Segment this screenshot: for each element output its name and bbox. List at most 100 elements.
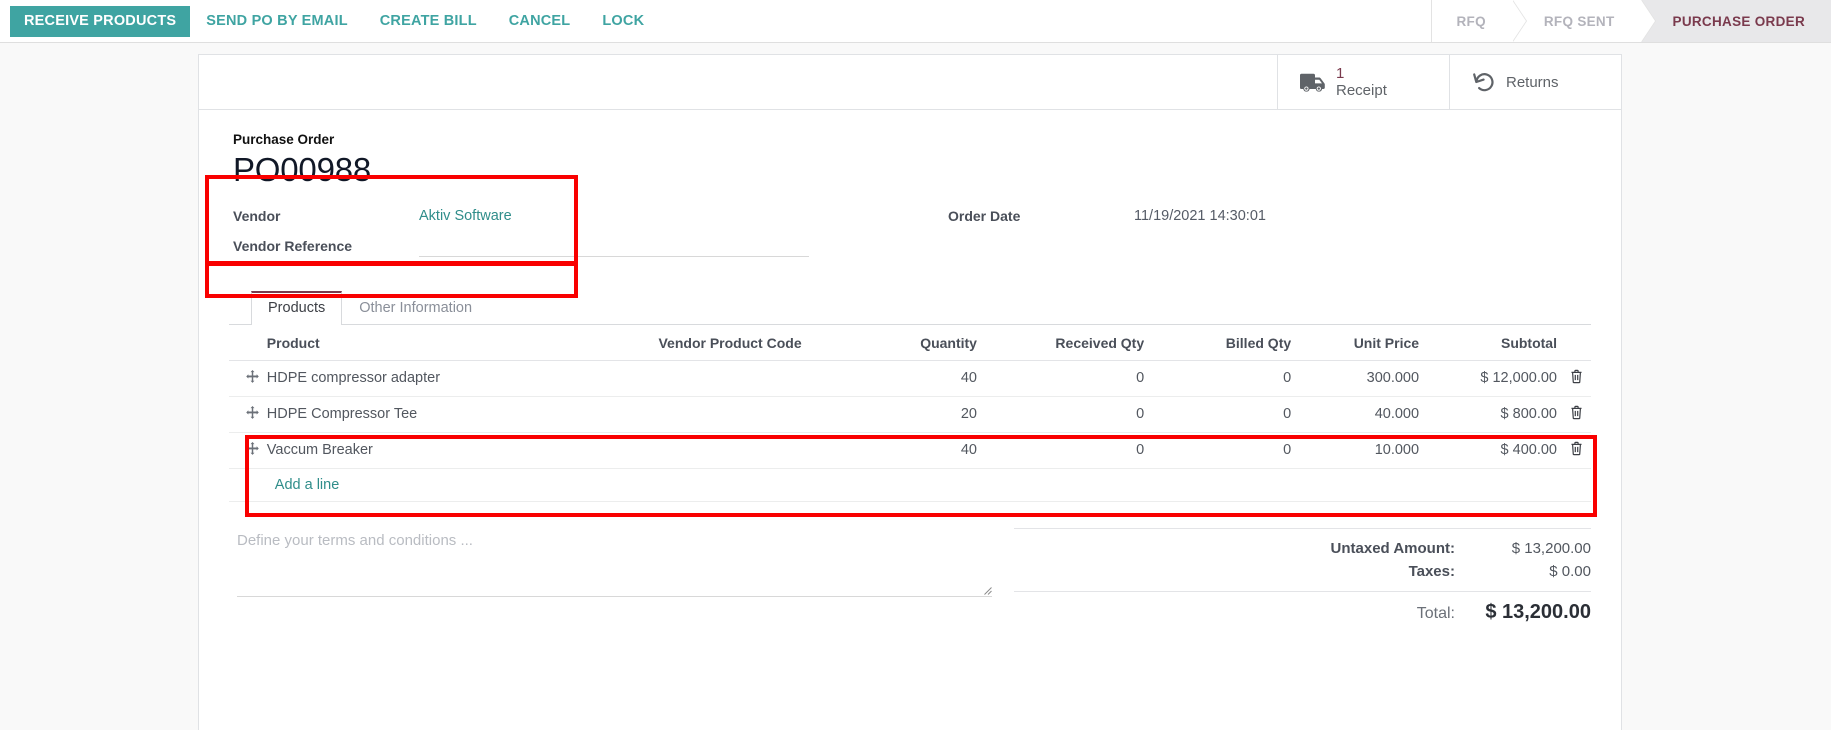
drag-handle-icon[interactable] <box>246 441 259 459</box>
cell-unit-price[interactable]: 10.000 <box>1299 432 1428 469</box>
status-rfq-sent[interactable]: RFQ SENT <box>1511 0 1656 42</box>
header-vendor-product-code[interactable]: Vendor Product Code <box>515 324 810 361</box>
statusbar: RFQ RFQ SENT PURCHASE ORDER <box>1431 0 1831 42</box>
terms-textarea[interactable] <box>237 549 992 597</box>
add-line-row: Add a line <box>229 468 1591 502</box>
drag-handle-icon[interactable] <box>246 405 259 423</box>
order-date-value[interactable]: 11/19/2021 14:30:01 <box>1134 208 1266 224</box>
header-left-column: Vendor Aktiv Software Vendor Reference <box>233 201 912 261</box>
row-delete-cell[interactable] <box>1564 432 1591 469</box>
cell-billed-qty[interactable]: 0 <box>1152 432 1300 469</box>
row-drag-cell[interactable] <box>229 360 259 397</box>
header-subtotal[interactable]: Subtotal <box>1427 324 1565 361</box>
smart-button-row: 1 Receipt Returns <box>199 55 1621 110</box>
sheet-body: Purchase Order PO00988 Vendor Aktiv Soft… <box>199 110 1621 661</box>
terms-section: Define your terms and conditions ... <box>229 528 992 627</box>
returns-smart-button[interactable]: Returns <box>1449 55 1621 109</box>
cell-unit-price[interactable]: 300.000 <box>1299 360 1428 397</box>
returns-label: Returns <box>1506 73 1559 91</box>
receipt-label: Receipt <box>1336 82 1387 99</box>
resize-handle-icon[interactable] <box>982 585 992 595</box>
tab-other-information[interactable]: Other Information <box>342 291 489 325</box>
trash-icon[interactable] <box>1570 405 1583 424</box>
row-delete-cell[interactable] <box>1564 396 1591 433</box>
create-bill-button[interactable]: CREATE BILL <box>364 6 493 37</box>
cell-product[interactable]: HDPE compressor adapter <box>258 360 516 397</box>
record-title-block: Purchase Order PO00988 <box>233 132 1591 189</box>
cell-vendor-product-code[interactable] <box>515 432 810 469</box>
totals-section: Untaxed Amount: $ 13,200.00 Taxes: $ 0.0… <box>992 527 1591 627</box>
notebook: Products Other Information Product Vendo… <box>229 290 1591 502</box>
taxes-row: Taxes: $ 0.00 <box>1014 560 1591 583</box>
purchase-order-label: Purchase Order <box>233 132 335 147</box>
action-button-group: RECEIVE PRODUCTS SEND PO BY EMAIL CREATE… <box>0 0 660 42</box>
taxes-label: Taxes: <box>1408 562 1455 580</box>
header-delete <box>1564 324 1591 361</box>
order-date-label: Order Date <box>948 207 1021 224</box>
control-panel: RECEIVE PRODUCTS SEND PO BY EMAIL CREATE… <box>0 0 1831 43</box>
cell-quantity[interactable]: 40 <box>809 360 985 397</box>
header-right-column: Order Date 11/19/2021 14:30:01 <box>912 201 1591 261</box>
header-received-qty[interactable]: Received Qty <box>984 324 1153 361</box>
cell-product[interactable]: HDPE Compressor Tee <box>258 396 516 433</box>
tab-products[interactable]: Products <box>251 290 343 325</box>
cell-received-qty[interactable]: 0 <box>984 432 1153 469</box>
header-billed-qty[interactable]: Billed Qty <box>1152 324 1300 361</box>
return-arrow-icon <box>1472 71 1496 93</box>
trash-icon[interactable] <box>1570 441 1583 460</box>
row-drag-cell[interactable] <box>229 396 259 433</box>
header-product[interactable]: Product <box>258 324 516 361</box>
vendor-reference-label: Vendor Reference <box>233 237 353 254</box>
cell-product[interactable]: Vaccum Breaker <box>258 432 516 469</box>
lock-button[interactable]: LOCK <box>586 6 660 37</box>
table-header-row: Product Vendor Product Code Quantity Rec… <box>229 324 1591 361</box>
receipt-smart-button[interactable]: 1 Receipt <box>1277 55 1449 109</box>
notebook-tab-list: Products Other Information <box>229 290 1591 325</box>
table-row[interactable]: Vaccum Breaker 40 0 0 10.000 $ 400.00 <box>229 432 1591 469</box>
cell-vendor-product-code[interactable] <box>515 360 810 397</box>
form-sheet: 1 Receipt Returns Purchase Order PO00988… <box>198 54 1622 730</box>
untaxed-amount-label: Untaxed Amount: <box>1330 539 1455 557</box>
cell-quantity[interactable]: 40 <box>809 432 985 469</box>
cell-billed-qty[interactable]: 0 <box>1152 396 1300 433</box>
status-purchase-order[interactable]: PURCHASE ORDER <box>1640 0 1831 42</box>
cell-vendor-product-code[interactable] <box>515 396 810 433</box>
send-po-by-email-button[interactable]: SEND PO BY EMAIL <box>190 6 364 37</box>
untaxed-amount-row: Untaxed Amount: $ 13,200.00 <box>1014 537 1591 560</box>
row-drag-cell[interactable] <box>229 432 259 469</box>
status-rfq[interactable]: RFQ <box>1432 0 1528 42</box>
vendor-reference-input[interactable] <box>419 235 809 257</box>
cell-subtotal[interactable]: $ 800.00 <box>1427 396 1565 433</box>
cell-billed-qty[interactable]: 0 <box>1152 360 1300 397</box>
table-row[interactable]: HDPE Compressor Tee 20 0 0 40.000 $ 800.… <box>229 396 1591 433</box>
receipt-count: 1 <box>1336 64 1345 82</box>
cell-quantity[interactable]: 20 <box>809 396 985 433</box>
cell-received-qty[interactable]: 0 <box>984 360 1153 397</box>
table-row[interactable]: HDPE compressor adapter 40 0 0 300.000 $… <box>229 360 1591 397</box>
total-value: $ 13,200.00 <box>1485 600 1591 623</box>
totals-inner: Untaxed Amount: $ 13,200.00 Taxes: $ 0.0… <box>1013 527 1591 627</box>
vendor-reference-field-row: Vendor Reference <box>233 231 912 261</box>
vendor-value[interactable]: Aktiv Software <box>419 208 512 224</box>
order-lines-table: Product Vendor Product Code Quantity Rec… <box>229 324 1591 502</box>
cell-subtotal[interactable]: $ 400.00 <box>1427 432 1565 469</box>
row-delete-cell[interactable] <box>1564 360 1591 397</box>
drag-handle-icon[interactable] <box>246 369 259 387</box>
cancel-button[interactable]: CANCEL <box>493 6 587 37</box>
totals-divider: Total: $ 13,200.00 <box>1013 590 1591 627</box>
receipt-smart-button-text: 1 Receipt <box>1336 65 1387 100</box>
header-unit-price[interactable]: Unit Price <box>1299 324 1428 361</box>
purchase-order-number: PO00988 <box>233 151 372 188</box>
trash-icon[interactable] <box>1570 369 1583 388</box>
add-a-line-link[interactable]: Add a line <box>267 477 340 493</box>
cell-subtotal[interactable]: $ 12,000.00 <box>1427 360 1565 397</box>
total-row: Total: $ 13,200.00 <box>1014 598 1591 627</box>
bottom-area: Define your terms and conditions ... Unt… <box>229 527 1591 651</box>
receive-products-button[interactable]: RECEIVE PRODUCTS <box>10 5 191 37</box>
header-quantity[interactable]: Quantity <box>809 324 985 361</box>
purchase-order-form-view: RECEIVE PRODUCTS SEND PO BY EMAIL CREATE… <box>0 0 1831 730</box>
vendor-field-row: Vendor Aktiv Software <box>233 201 912 231</box>
cell-unit-price[interactable]: 40.000 <box>1299 396 1428 433</box>
terms-placeholder: Define your terms and conditions ... <box>237 531 473 549</box>
cell-received-qty[interactable]: 0 <box>984 396 1153 433</box>
